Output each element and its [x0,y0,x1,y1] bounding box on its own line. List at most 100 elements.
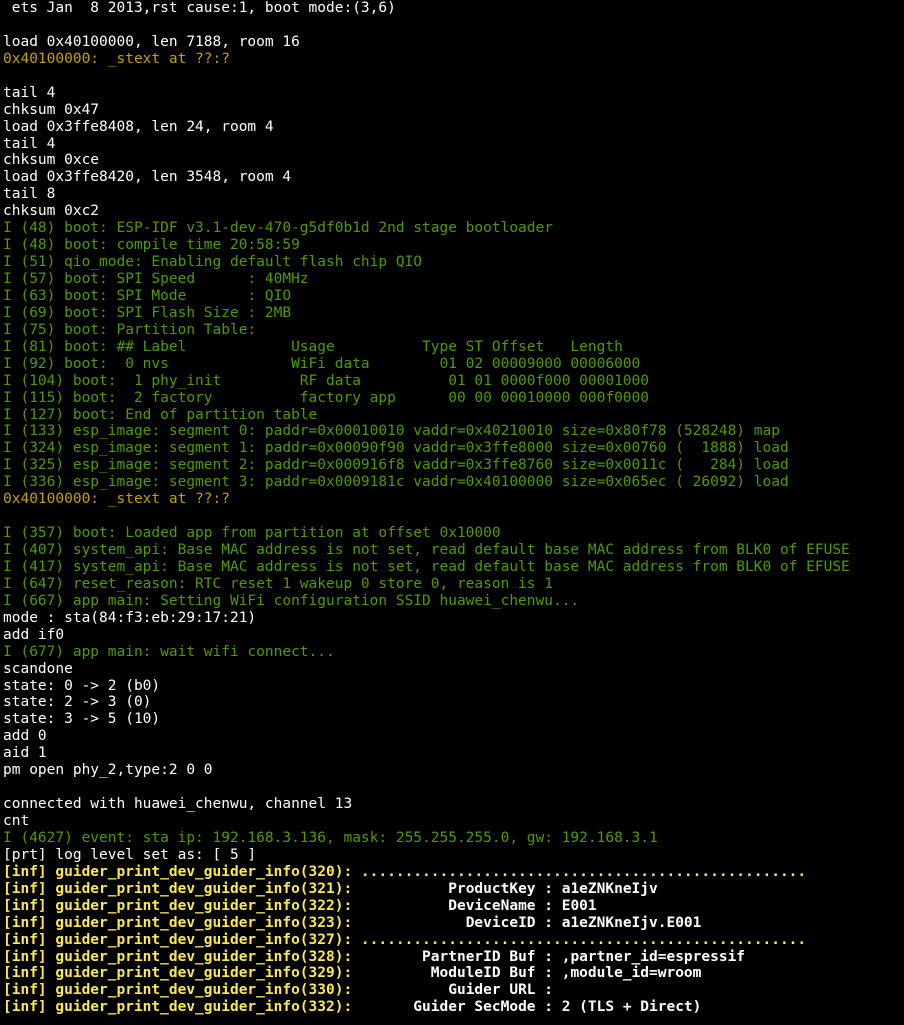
terminal-line-text: [inf] guider_print_dev_guider_info(321): [3,880,353,897]
terminal-line: ets Jan 8 2013,rst cause:1, boot mode:(3… [3,0,904,17]
terminal-line: I (336) esp_image: segment 3: paddr=0x00… [3,474,904,491]
terminal-line-text: tail 4 [3,84,56,101]
terminal-line-text: I (667) app main: Setting WiFi configura… [3,592,580,609]
terminal-line-text: load 0x3ffe8420, len 3548, room 4 [3,169,292,186]
terminal-line: [inf] guider_print_dev_guider_info(320):… [3,864,904,881]
terminal-line-text: I (51) qio_mode: Enabling default flash … [3,254,423,271]
terminal-line-value: DeviceName : E001 [352,897,597,914]
terminal-line: [inf] guider_print_dev_guider_info(332):… [3,999,904,1016]
terminal-line-text: mode : sta(84:f3:eb:29:17:21) [3,609,257,626]
terminal-line: aid 1 [3,745,904,762]
terminal-line: [inf] guider_print_dev_guider_info(330):… [3,982,904,999]
terminal-line: 0x40100000: _stext at ??:? [3,491,904,508]
terminal-line: connected with huawei_chenwu, channel 13 [3,796,904,813]
terminal-line: I (324) esp_image: segment 1: paddr=0x00… [3,440,904,457]
terminal-line-text: state: 2 -> 3 (0) [3,694,152,711]
terminal-line: [inf] guider_print_dev_guider_info(322):… [3,898,904,915]
terminal-line: chksum 0x47 [3,102,904,119]
terminal-line-text: chksum 0xce [3,152,100,169]
terminal-line-text: aid 1 [3,745,47,762]
terminal-line: [inf] guider_print_dev_guider_info(323):… [3,915,904,932]
terminal-line: I (75) boot: Partition Table: [3,322,904,339]
terminal-line-text: tail 8 [3,186,56,203]
terminal-line-value: ProductKey : a1eZNKneIjv [352,880,658,897]
terminal-line: I (647) reset_reason: RTC reset 1 wakeup… [3,576,904,593]
terminal-line-text: load 0x3ffe8408, len 24, room 4 [3,118,274,135]
terminal-line-text: state: 3 -> 5 (10) [3,711,161,728]
terminal-line: I (92) boot: 0 nvs WiFi data 01 02 00009… [3,356,904,373]
terminal-line-text: I (407) system_api: Base MAC address is … [3,542,850,558]
terminal-line-text: [inf] guider_print_dev_guider_info(328): [3,948,353,965]
terminal-line: cnt [3,813,904,830]
terminal-line-text: 0x40100000: _stext at ??:? [3,491,230,508]
terminal-line: load 0x3ffe8408, len 24, room 4 [3,119,904,136]
terminal-line-text: I (104) boot: 1 phy_init RF data 01 01 0… [3,372,650,389]
terminal-line-text: I (81) boot: ## Label Usage Type ST Offs… [3,338,623,355]
terminal-line-text: add 0 [3,728,47,745]
terminal-line-text: pm open phy_2,type:2 0 0 [3,762,213,779]
terminal-line-text: I (4627) event: sta ip: 192.168.3.136, m… [3,829,658,846]
terminal-line-text: I (325) esp_image: segment 2: paddr=0x00… [3,457,789,474]
terminal-line-text: I (127) boot: End of partition table [3,406,318,423]
terminal-line: chksum 0xce [3,152,904,169]
terminal-line-text: chksum 0xc2 [3,203,100,220]
terminal-line-text: [inf] guider_print_dev_guider_info(320):… [3,863,807,880]
terminal-line-text: [inf] guider_print_dev_guider_info(330): [3,982,353,999]
terminal-output[interactable]: ets Jan 8 2013,rst cause:1, boot mode:(3… [0,0,904,1025]
terminal-line-text: I (48) boot: ESP-IDF v3.1-dev-470-g5df0b… [3,220,553,237]
terminal-line-text: I (133) esp_image: segment 0: paddr=0x00… [3,423,780,440]
terminal-line-text: I (336) esp_image: segment 3: paddr=0x00… [3,474,789,491]
terminal-line-value: Guider URL : [352,982,553,999]
terminal-line: I (417) system_api: Base MAC address is … [3,559,904,576]
terminal-line: I (104) boot: 1 phy_init RF data 01 01 0… [3,373,904,390]
terminal-line-text: add if0 [3,626,65,643]
terminal-line: I (407) system_api: Base MAC address is … [3,542,904,559]
terminal-line-text: cnt [3,813,30,829]
terminal-line: 0x40100000: _stext at ??:? [3,51,904,68]
terminal-line-text: scandone [3,660,73,677]
terminal-line: [inf] guider_print_dev_guider_info(328):… [3,949,904,966]
terminal-line: tail 4 [3,85,904,102]
terminal-line: I (57) boot: SPI Speed : 40MHz [3,271,904,288]
terminal-line: add 0 [3,728,904,745]
terminal-line-text: I (647) reset_reason: RTC reset 1 wakeup… [3,575,553,592]
terminal-line-value: PartnerID Buf : ,partner_id=espressif [352,948,746,965]
terminal-line: chksum 0xc2 [3,203,904,220]
terminal-line-value: DeviceID : a1eZNKneIjv.E001 [352,914,702,931]
terminal-line-text: 0x40100000: _stext at ??:? [3,50,230,67]
terminal-line-text: [inf] guider_print_dev_guider_info(322): [3,897,353,914]
terminal-line-text: I (69) boot: SPI Flash Size : 2MB [3,304,292,321]
terminal-line: mode : sta(84:f3:eb:29:17:21) [3,610,904,627]
terminal-line: scandone [3,661,904,678]
terminal-line-text: load 0x40100000, len 7188, room 16 [3,33,300,50]
terminal-line-text: [inf] guider_print_dev_guider_info(329): [3,965,353,982]
terminal-line: I (325) esp_image: segment 2: paddr=0x00… [3,457,904,474]
terminal-line: I (127) boot: End of partition table [3,407,904,424]
terminal-line: I (63) boot: SPI Mode : QIO [3,288,904,305]
terminal-line-value: Guider SecMode : 2 (TLS + Direct) [352,999,702,1016]
terminal-line: I (357) boot: Loaded app from partition … [3,525,904,542]
terminal-line: state: 0 -> 2 (b0) [3,678,904,695]
terminal-line-text: I (57) boot: SPI Speed : 40MHz [3,271,309,287]
terminal-line-text: connected with huawei_chenwu, channel 13 [3,796,353,813]
terminal-line: I (69) boot: SPI Flash Size : 2MB [3,305,904,322]
terminal-line-text: I (324) esp_image: segment 1: paddr=0x00… [3,440,789,457]
terminal-line-text: I (115) boot: 2 factory factory app 00 0… [3,389,650,406]
terminal-line-value: ModuleID Buf : ,module_id=wroom [352,965,702,982]
terminal-line: I (133) esp_image: segment 0: paddr=0x00… [3,423,904,440]
terminal-line: tail 8 [3,186,904,203]
terminal-line: [inf] guider_print_dev_guider_info(329):… [3,965,904,982]
terminal-line: [inf] guider_print_dev_guider_info(327):… [3,932,904,949]
terminal-line-text: I (63) boot: SPI Mode : QIO [3,287,292,304]
terminal-line-text: I (75) boot: Partition Table: [3,321,257,338]
terminal-line: [prt] log level set as: [ 5 ] [3,847,904,864]
terminal-line: I (667) app main: Setting WiFi configura… [3,593,904,610]
terminal-line: I (677) app main: wait wifi connect... [3,644,904,661]
terminal-line: state: 3 -> 5 (10) [3,711,904,728]
terminal-line-text: tail 4 [3,135,56,152]
terminal-line-text: [inf] guider_print_dev_guider_info(332): [3,999,353,1016]
